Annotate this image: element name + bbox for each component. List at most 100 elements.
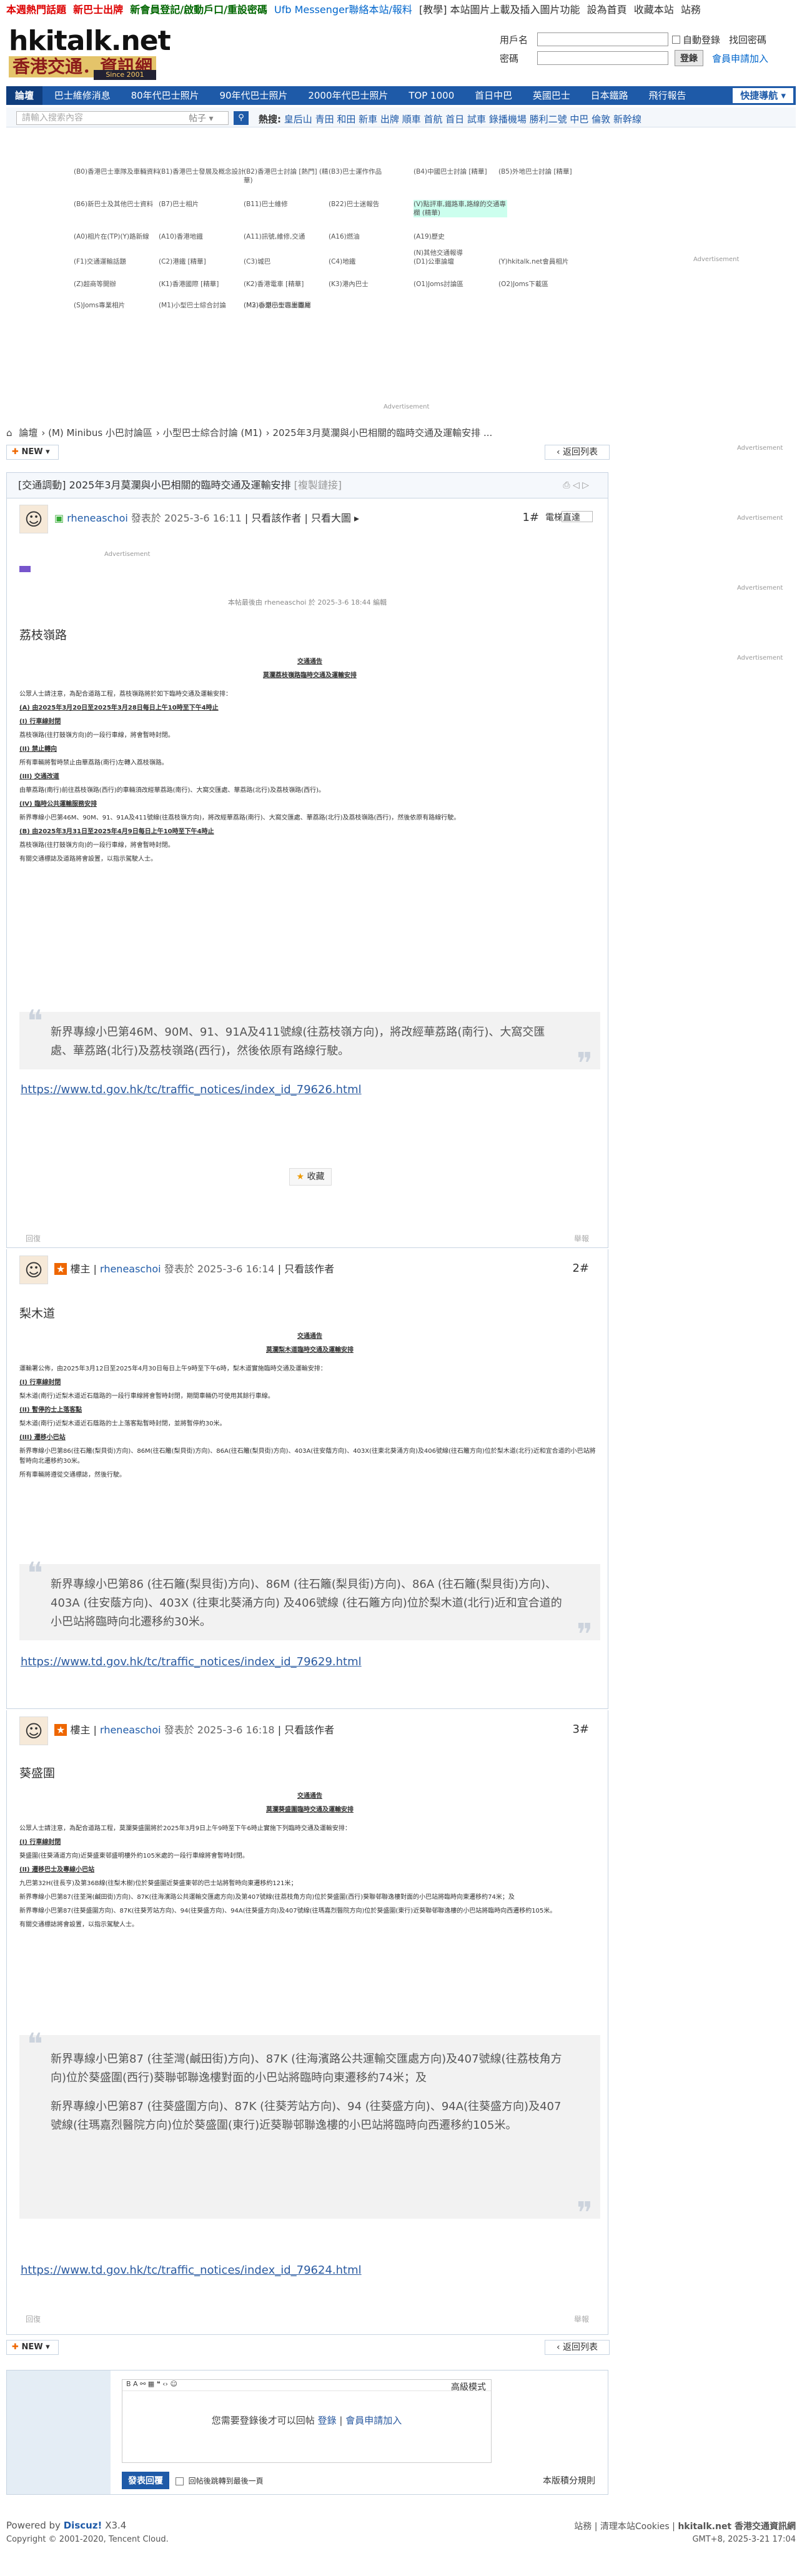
forum-link[interactable]: (M1)小型巴士綜合討論 <box>159 301 252 310</box>
next-icon[interactable]: ▷ <box>582 480 589 490</box>
set-home-link[interactable]: 設為首頁 <box>587 4 627 16</box>
forum-link[interactable]: (O2)Joms下載區 <box>498 280 592 289</box>
new-thread-button[interactable]: ✚ NEW ▾ <box>6 445 59 460</box>
forum-link[interactable]: (V)點評車,鐵路車,路線的交通專欄 (精華) <box>413 200 507 217</box>
emoji-icon[interactable]: ☺ <box>170 2380 177 2388</box>
nav-item-2000s[interactable]: 2000年代巴士照片 <box>299 86 397 105</box>
nav-item-uk-bus[interactable]: 英國巴士 <box>524 86 579 105</box>
hot-search-item[interactable]: 出牌 <box>377 114 399 125</box>
forum-link[interactable]: (B6)新巴士及其他巴士資料 <box>74 200 167 209</box>
forum-link[interactable]: (C4)地鐵 <box>329 257 422 266</box>
nav-item-flight[interactable]: 飛行報告 <box>640 86 695 105</box>
nav-item-firstday[interactable]: 首日中巴 <box>466 86 521 105</box>
jump-last-checkbox[interactable] <box>175 2477 184 2485</box>
forum-link[interactable]: (O1)Joms討論區 <box>413 280 507 289</box>
forum-link[interactable]: (K2)香港電車 [精華] <box>244 280 337 289</box>
hot-search-item[interactable]: 試車 <box>464 114 486 125</box>
forum-link[interactable]: (B22)巴士迷報告 <box>329 200 422 209</box>
prev-icon[interactable]: ◁ <box>573 480 580 490</box>
hot-search-item[interactable]: 倫敦 <box>588 114 610 125</box>
hot-search-item[interactable]: 新幹線 <box>610 114 641 125</box>
back-to-list-button-bottom[interactable]: ‹ 返回列表 <box>545 2340 610 2355</box>
hot-topics-link[interactable]: 本週熱門話題 <box>6 4 66 16</box>
discuz-link[interactable]: Discuz! <box>64 2520 102 2531</box>
report-link[interactable]: 舉報 <box>574 1233 589 1244</box>
back-to-list-button[interactable]: ‹ 返回列表 <box>545 445 610 460</box>
site-affairs-link[interactable]: 站務 <box>681 4 701 16</box>
forum-link[interactable]: (C2)港鐵 [精華] <box>159 257 252 266</box>
reply-link[interactable]: 回復 <box>26 2314 41 2324</box>
post-floor[interactable]: 3# <box>572 1723 589 1736</box>
forum-link[interactable]: (F1)交通運輸話題 <box>74 257 167 266</box>
forgot-password-link[interactable]: 找回密碼 <box>729 33 766 46</box>
forum-link[interactable]: (A16)燃油 <box>329 232 422 241</box>
author-only-link[interactable]: 只看該作者 <box>251 512 301 524</box>
new-members-link[interactable]: 新巴士出牌 <box>73 4 123 16</box>
post-floor[interactable]: 2# <box>572 1262 589 1275</box>
nav-item-top1000[interactable]: TOP 1000 <box>400 86 463 105</box>
register-link[interactable]: 會員申請加入 <box>345 2415 402 2426</box>
forum-link[interactable]: (A19)歷史 <box>413 232 507 241</box>
forum-link[interactable]: (Z)超商等開辦 <box>74 280 167 289</box>
breadcrumb-thread[interactable]: 2025年3月莫瀾與小巴相關的臨時交通及運輸安排 ... <box>272 427 492 438</box>
search-type-select[interactable]: 帖子 ▾ <box>189 112 213 124</box>
teach-link[interactable]: [教學] 本站圖片上載及插入圖片功能 <box>419 4 580 16</box>
forum-link[interactable]: (S)Joms專業相片 <box>74 301 167 310</box>
forum-link[interactable]: (A0)相片在(TP)(Y)路新線 <box>74 232 167 241</box>
breadcrumb-forum[interactable]: 論壇 <box>19 427 37 438</box>
auto-login-checkbox[interactable] <box>672 35 680 44</box>
site-logo[interactable]: hkitalk.net 香港交通．資訊網 Since 2001 <box>9 27 171 81</box>
td-notice-link[interactable]: https://www.td.gov.hk/tc/traffic_notices… <box>21 2264 362 2277</box>
td-notice-link[interactable]: https://www.td.gov.hk/tc/traffic_notices… <box>21 1083 362 1096</box>
hot-search-item[interactable]: 錄播機場 <box>486 114 527 125</box>
forum-link[interactable]: (B1)香港巴士發展及概念設計 <box>159 167 252 176</box>
home-icon[interactable]: ⌂ <box>6 427 12 438</box>
quick-nav-button[interactable]: 快捷導航 ▾ <box>733 88 793 103</box>
report-link[interactable]: 舉報 <box>574 2314 589 2324</box>
nav-item-80s[interactable]: 80年代巴士照片 <box>122 86 208 105</box>
forum-link[interactable]: (B5)外地巴士討論 [精華] <box>498 167 592 176</box>
hot-search-item[interactable]: 首航 <box>421 114 442 125</box>
avatar[interactable]: ☺ <box>19 505 48 533</box>
print-icon[interactable]: ⎙ <box>563 480 570 490</box>
nav-item-forum[interactable]: 論壇 <box>6 86 43 105</box>
hot-search-item[interactable]: 青田 <box>312 114 334 125</box>
breadcrumb-m1[interactable]: 小型巴士綜合討論 (M1) <box>163 427 262 438</box>
reply-link[interactable]: 回復 <box>26 1233 41 1244</box>
avatar[interactable]: ☺ <box>19 1717 48 1745</box>
hot-search-item[interactable]: 首日 <box>442 114 464 125</box>
post-floor[interactable]: 1# <box>522 511 539 524</box>
hot-search-item[interactable]: 皇后山 <box>284 114 312 125</box>
td-notice-link[interactable]: https://www.td.gov.hk/tc/traffic_notices… <box>21 1655 362 1668</box>
post-author[interactable]: rheneaschoi <box>100 1724 161 1736</box>
forum-link[interactable]: (B0)香港巴士車隊及車輛資料 <box>74 167 167 176</box>
forum-link[interactable]: (Y)hkitalk.net會員相片 <box>498 257 592 266</box>
forum-link[interactable]: (A10)香港地鐵 <box>159 232 252 241</box>
author-only-link[interactable]: 只看該作者 <box>284 1263 334 1275</box>
forum-link[interactable]: (M3)香港小型巴士專屬 <box>244 301 337 310</box>
forum-link[interactable]: (K3)港內巴士 <box>329 280 422 289</box>
breadcrumb-minibus[interactable]: (M) Minibus 小巴討論區 <box>48 427 152 438</box>
hot-search-item[interactable]: 勝利二號 <box>527 114 567 125</box>
forum-link[interactable]: (N)其他交通報導 <box>413 249 507 257</box>
elevator-input[interactable] <box>562 511 593 522</box>
hot-search-item[interactable]: 新車 <box>355 114 377 125</box>
forum-link[interactable]: (B3)巴士運作作品 <box>329 167 422 176</box>
favorite-button[interactable]: ★ 收藏 <box>289 1168 332 1186</box>
forum-link[interactable]: (C3)城巴 <box>244 257 337 266</box>
avatar[interactable]: ☺ <box>19 1256 48 1284</box>
hot-search-item[interactable]: 和田 <box>334 114 355 125</box>
post-author[interactable]: rheneaschoi <box>67 512 128 524</box>
code-icon[interactable]: ‹› <box>162 2380 168 2388</box>
forum-link[interactable]: (K1)香港國際 [精華] <box>159 280 252 289</box>
search-button[interactable]: ⚲ <box>234 111 249 125</box>
only-big-link[interactable]: 只看大圖 <box>311 512 351 524</box>
login-link[interactable]: 登錄 <box>318 2415 337 2426</box>
image-icon[interactable]: ▦ <box>148 2380 154 2388</box>
nav-item-japan-rail[interactable]: 日本鐵路 <box>582 86 637 105</box>
footer-site-link[interactable]: 站務 <box>574 2522 592 2532</box>
messenger-link[interactable]: Ufb Messenger聯絡本站/報料 <box>274 4 412 16</box>
password-input[interactable] <box>537 51 668 65</box>
font-color-icon[interactable]: A <box>133 2380 138 2388</box>
score-rules-link[interactable]: 本版積分規則 <box>543 2474 595 2487</box>
